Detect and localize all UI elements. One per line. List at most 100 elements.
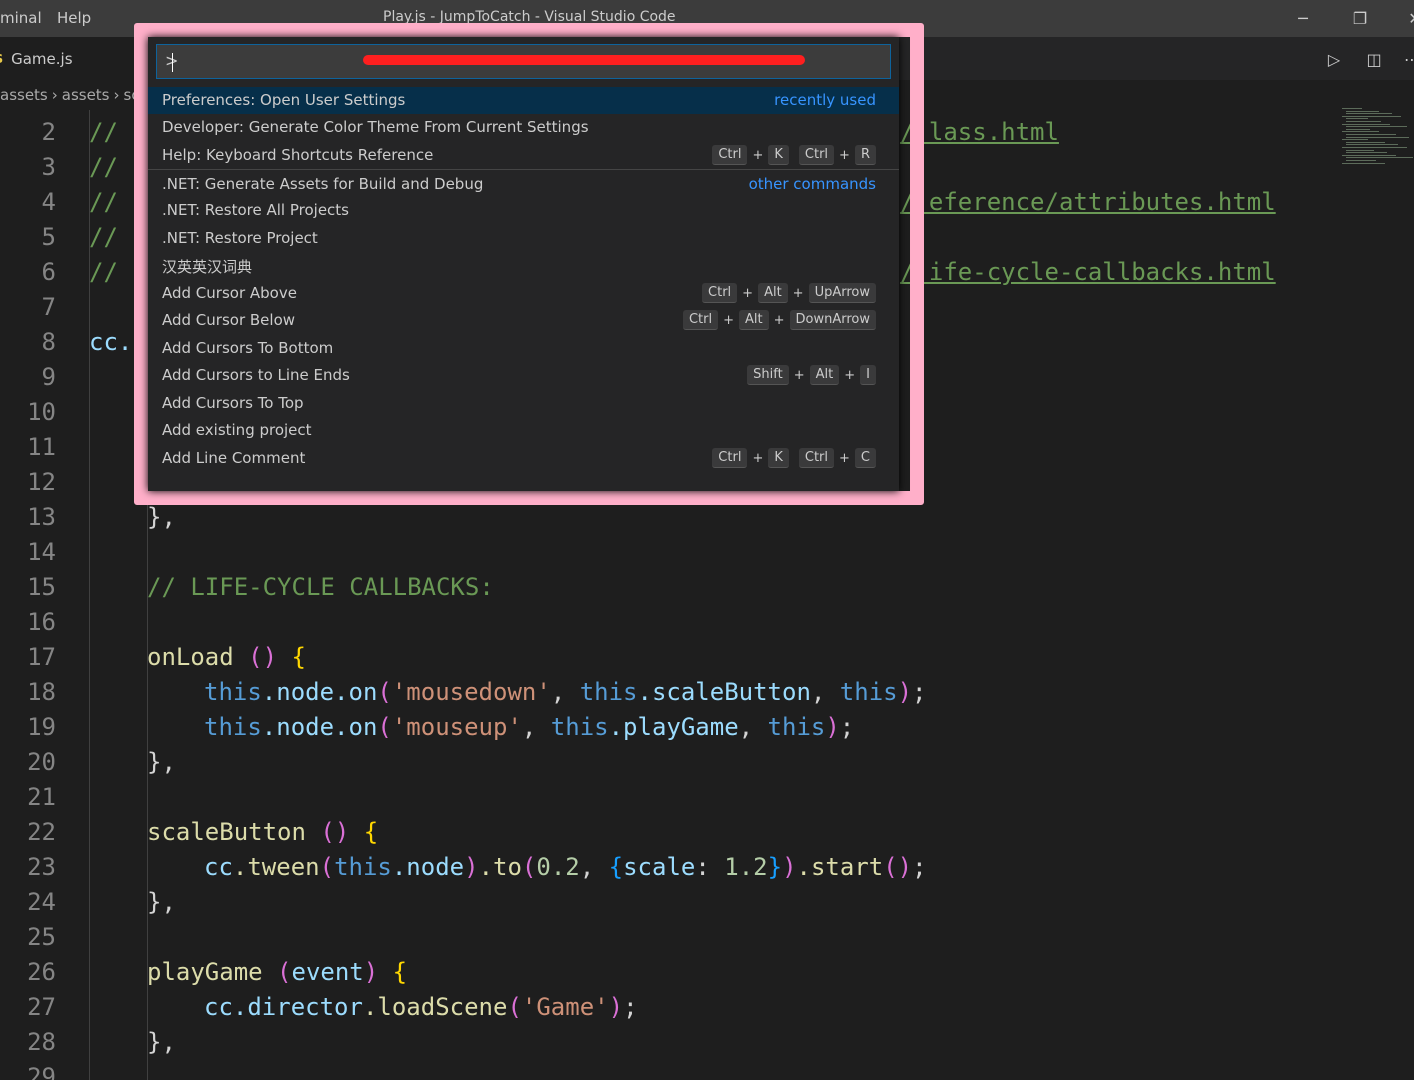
command-item[interactable]: Add Cursors To Top: [148, 390, 899, 417]
key-cap: Ctrl: [712, 145, 748, 165]
command-item[interactable]: Add existing project: [148, 417, 899, 444]
command-item[interactable]: Developer: Generate Color Theme From Cur…: [148, 114, 899, 141]
minimap-line: [1346, 149, 1374, 151]
line-number: 25: [27, 923, 56, 951]
line-number: 9: [41, 363, 56, 391]
key-cap: Ctrl: [702, 283, 738, 303]
breadcrumb-item[interactable]: assets: [0, 86, 48, 104]
command-label: Add Cursors to Line Ends: [162, 366, 350, 384]
key-cap: DownArrow: [789, 310, 876, 330]
key-cap: Ctrl: [682, 310, 719, 330]
minimap-line: [1346, 118, 1368, 120]
code-line: playGame (event) {: [147, 958, 408, 986]
tab-game-js[interactable]: JS Game.js: [0, 37, 150, 80]
menu-terminal[interactable]: minal: [0, 9, 42, 27]
minimap-line: [1342, 108, 1362, 109]
keybinding: Ctrl + Alt + DownArrow: [682, 310, 876, 330]
link-url[interactable]: / ife-cycle-callbacks.html: [900, 255, 1276, 290]
code-line: },: [147, 888, 176, 916]
command-item[interactable]: Add Cursors to Line Ends Shift + Alt + I: [148, 362, 899, 389]
minimap-line: [1346, 126, 1407, 128]
line-number: 14: [27, 538, 56, 566]
command-label: Add Line Comment: [162, 449, 306, 467]
code-line: },: [147, 748, 176, 776]
minimap-line: [1346, 144, 1398, 146]
run-icon[interactable]: ▷: [1322, 48, 1346, 70]
chevron-right-icon: ›: [51, 86, 58, 104]
command-label: Add existing project: [162, 421, 312, 439]
group-separator: [148, 169, 899, 170]
minimap-line: [1342, 162, 1385, 164]
command-label: 汉英英汉词典: [162, 258, 253, 276]
code-line: onLoad () {: [147, 643, 306, 671]
minimap-line: [1346, 157, 1413, 159]
line-number: 11: [27, 433, 56, 461]
link-url[interactable]: / eference/attributes.html: [900, 185, 1276, 220]
command-label: Preferences: Open User Settings: [162, 91, 406, 109]
redaction-bar: [363, 55, 805, 65]
key-cap: K: [768, 448, 789, 468]
tab-label: Game.js: [11, 49, 73, 68]
command-label: Add Cursors To Bottom: [162, 339, 334, 357]
command-item[interactable]: Preferences: Open User Settings recently …: [148, 87, 899, 114]
command-label: .NET: Restore All Projects: [162, 201, 349, 219]
keybinding: Ctrl + K Ctrl + C: [712, 448, 876, 468]
command-item[interactable]: Add Cursors To Bottom: [148, 335, 899, 362]
command-item[interactable]: Add Cursor Below Ctrl + Alt + DownArrow: [148, 307, 899, 334]
split-editor-icon[interactable]: ◫: [1362, 48, 1386, 70]
maximize-button[interactable]: ❐: [1345, 6, 1375, 30]
key-cap: R: [854, 145, 876, 165]
command-item[interactable]: Add Line Comment Ctrl + K Ctrl + C: [148, 445, 899, 472]
text-caret: [172, 53, 173, 72]
minimize-button[interactable]: ─: [1288, 6, 1318, 30]
key-cap: UpArrow: [808, 283, 876, 303]
code-line: // LIFE-CYCLE CALLBACKS:: [147, 573, 494, 601]
code-line: cc.tween(this.node).to(0.2, {scale: 1.2}…: [204, 853, 927, 881]
command-label: Add Cursors To Top: [162, 394, 304, 412]
command-item[interactable]: .NET: Restore All Projects: [148, 197, 899, 224]
key-cap: Alt: [758, 283, 788, 303]
command-item[interactable]: Add Cursor Above Ctrl + Alt + UpArrow: [148, 280, 899, 307]
minimap-line: [1346, 152, 1387, 154]
key-cap: K: [768, 145, 789, 165]
command-item[interactable]: Help: Keyboard Shortcuts Reference Ctrl + K…: [148, 142, 899, 169]
keybinding: Ctrl + Alt + UpArrow: [702, 283, 876, 303]
keybinding: Ctrl + K Ctrl + R: [712, 145, 876, 165]
minimap-line: [1342, 154, 1396, 156]
minimap-line: [1346, 136, 1409, 138]
minimap-line: [1346, 128, 1370, 130]
menu-help[interactable]: Help: [57, 9, 91, 27]
code-line: this.node.on('mousedown', this.scaleButt…: [204, 678, 927, 706]
close-button[interactable]: ✕: [1400, 6, 1414, 30]
code-line: cc.director.loadScene('Game');: [204, 993, 638, 1021]
minimap-line: [1346, 110, 1379, 112]
key-cap: Alt: [738, 310, 769, 330]
minimap-line: [1346, 141, 1385, 143]
code-line: scaleButton () {: [147, 818, 379, 846]
line-number: 29: [27, 1063, 56, 1080]
breadcrumb-item[interactable]: assets: [62, 86, 110, 104]
minimap-line: [1346, 134, 1396, 135]
minimap[interactable]: [1340, 108, 1414, 168]
line-number: 16: [27, 608, 56, 636]
chevron-right-icon: ›: [113, 86, 120, 104]
command-label: Developer: Generate Color Theme From Cur…: [162, 118, 589, 136]
command-label: .NET: Restore Project: [162, 229, 318, 247]
command-item[interactable]: .NET: Restore Project: [148, 225, 899, 252]
code-line: },: [147, 503, 176, 531]
command-label: .NET: Generate Assets for Build and Debu…: [162, 175, 484, 193]
minimap-line: [1346, 160, 1376, 161]
minimap-line: [1346, 113, 1392, 115]
line-number: 21: [27, 783, 56, 811]
javascript-file-icon: JS: [0, 52, 3, 66]
command-palette-input[interactable]: >: [156, 44, 891, 79]
more-actions-icon[interactable]: ⋯: [1400, 48, 1414, 70]
minimap-line: [1342, 147, 1407, 148]
line-number: 7: [41, 293, 56, 321]
command-item[interactable]: .NET: Generate Assets for Build and Debu…: [148, 171, 899, 198]
command-item[interactable]: 汉英英汉词典: [148, 252, 899, 279]
code-line: this.node.on('mouseup', this.playGame, t…: [204, 713, 855, 741]
line-number: 12: [27, 468, 56, 496]
key-cap: Ctrl: [798, 448, 835, 468]
key-cap: Ctrl: [712, 448, 748, 468]
